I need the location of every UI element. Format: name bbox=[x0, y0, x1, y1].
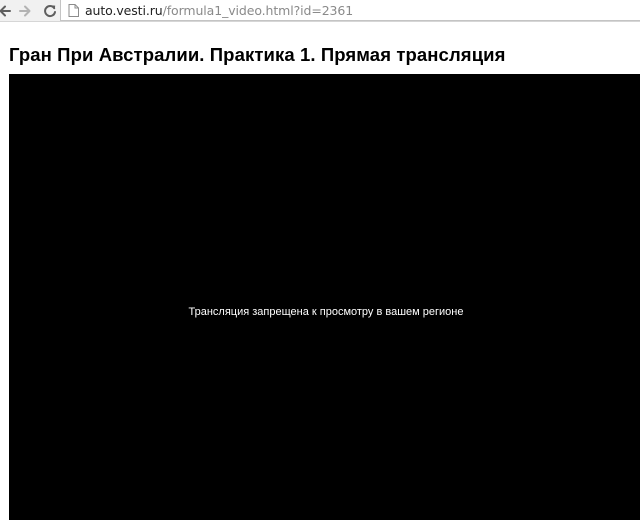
geo-block-message: Трансляция запрещена к просмотру в вашем… bbox=[188, 306, 464, 318]
arrow-left-icon bbox=[0, 5, 11, 17]
url-path: /formula1_video.html?id=2361 bbox=[162, 2, 354, 18]
back-button[interactable] bbox=[0, 2, 14, 20]
address-bar[interactable]: auto.vesti.ru/formula1_video.html?id=236… bbox=[60, 0, 640, 21]
reload-icon bbox=[44, 5, 56, 18]
url-host: auto.vesti.ru bbox=[85, 2, 163, 18]
arrow-right-icon bbox=[19, 5, 31, 17]
reload-button[interactable] bbox=[41, 2, 59, 20]
video-player[interactable]: Трансляция запрещена к просмотру в вашем… bbox=[9, 74, 640, 520]
page-icon bbox=[68, 3, 79, 17]
browser-toolbar: auto.vesti.ru/formula1_video.html?id=236… bbox=[0, 0, 640, 22]
forward-button[interactable] bbox=[16, 2, 34, 20]
page-title: Гран При Австралии. Практика 1. Прямая т… bbox=[9, 44, 506, 65]
url-text: auto.vesti.ru/formula1_video.html?id=236… bbox=[85, 3, 353, 18]
